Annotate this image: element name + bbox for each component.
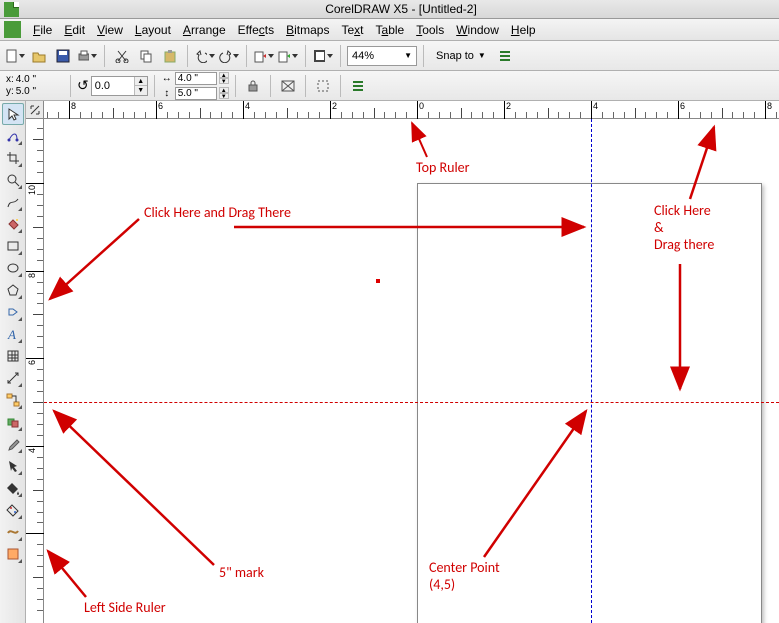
menu-text[interactable]: Text xyxy=(335,20,369,40)
main-area: A 864202468 10864 Top Ruler Click Here a… xyxy=(0,101,779,623)
connector-tool[interactable] xyxy=(2,389,24,411)
snap-to-combo[interactable]: Snap to ▼ xyxy=(430,46,492,66)
document-icon xyxy=(4,2,19,17)
menu-edit[interactable]: Edit xyxy=(58,20,91,40)
rectangle-tool[interactable] xyxy=(2,235,24,257)
undo-button[interactable] xyxy=(194,45,216,67)
text-tool[interactable]: A xyxy=(2,323,24,345)
canvas-area[interactable]: 864202468 10864 Top Ruler Click Here and… xyxy=(26,101,779,623)
workspace[interactable]: Top Ruler Click Here and Drag There Clic… xyxy=(44,119,779,623)
dimension-tool[interactable] xyxy=(2,367,24,389)
annot-click-drag-1: Click Here and Drag There xyxy=(144,204,291,221)
toolbox: A xyxy=(0,101,26,623)
options-button-2[interactable] xyxy=(347,75,369,97)
polygon-tool[interactable] xyxy=(2,279,24,301)
interactive-fill-tool[interactable] xyxy=(2,499,24,521)
standard-toolbar: 44%▼ Snap to ▼ xyxy=(0,41,779,71)
ellipse-tool[interactable] xyxy=(2,257,24,279)
app-launcher-button[interactable] xyxy=(312,45,334,67)
menu-help[interactable]: Help xyxy=(505,20,542,40)
center-marker xyxy=(376,279,380,283)
svg-text:A: A xyxy=(7,327,16,341)
window-title: CorelDRAW X5 - [Untitled-2] xyxy=(23,2,779,16)
print-button[interactable] xyxy=(76,45,98,67)
save-button[interactable] xyxy=(52,45,74,67)
treat-as-filled-button[interactable] xyxy=(277,75,299,97)
vertical-ruler[interactable]: 10864 xyxy=(26,119,44,623)
height-icon: ↕ xyxy=(161,88,173,99)
zoom-level-combo[interactable]: 44%▼ xyxy=(347,46,417,66)
menu-file[interactable]: File xyxy=(27,20,58,40)
menu-tools[interactable]: Tools xyxy=(410,20,450,40)
menu-view[interactable]: View xyxy=(91,20,129,40)
menu-arrange[interactable]: Arrange xyxy=(177,20,232,40)
crop-tool[interactable] xyxy=(2,147,24,169)
bounding-box-button[interactable] xyxy=(312,75,334,97)
property-bar: x:4.0 " y:5.0 " ↺ ▲▼ ↔▲▼ ↕▲▼ xyxy=(0,71,779,101)
redo-button[interactable] xyxy=(218,45,240,67)
cut-button[interactable] xyxy=(111,45,133,67)
pick-tool[interactable] xyxy=(2,103,24,125)
lock-button[interactable] xyxy=(242,75,264,97)
fill-tool[interactable] xyxy=(2,477,24,499)
outline-tool[interactable] xyxy=(2,455,24,477)
interactive-tool[interactable] xyxy=(2,411,24,433)
basic-shapes-tool[interactable] xyxy=(2,301,24,323)
open-button[interactable] xyxy=(28,45,50,67)
menubar: File Edit View Layout Arrange Effects Bi… xyxy=(0,19,779,41)
shape-tool[interactable] xyxy=(2,125,24,147)
new-button[interactable] xyxy=(4,45,26,67)
menu-window[interactable]: Window xyxy=(450,20,505,40)
copy-button[interactable] xyxy=(135,45,157,67)
horizontal-ruler[interactable]: 864202468 xyxy=(44,101,779,119)
freehand-tool[interactable] xyxy=(2,191,24,213)
rotation-input[interactable]: ▲▼ xyxy=(91,76,148,96)
horizontal-guide[interactable] xyxy=(44,402,779,403)
table-tool[interactable] xyxy=(2,345,24,367)
rotation-icon: ↺ xyxy=(77,77,89,94)
menu-table[interactable]: Table xyxy=(370,20,411,40)
export-button[interactable] xyxy=(277,45,299,67)
zoom-tool[interactable] xyxy=(2,169,24,191)
menu-effects[interactable]: Effects xyxy=(232,20,280,40)
vertical-guide[interactable] xyxy=(591,119,592,623)
menu-layout[interactable]: Layout xyxy=(129,20,177,40)
mesh-fill-tool[interactable] xyxy=(2,543,24,565)
width-input[interactable] xyxy=(175,72,217,85)
import-button[interactable] xyxy=(253,45,275,67)
titlebar: CorelDRAW X5 - [Untitled-2] xyxy=(0,0,779,19)
ruler-origin-toggle[interactable] xyxy=(26,101,44,119)
size-inputs[interactable]: ↔▲▼ ↕▲▼ xyxy=(161,71,229,100)
menu-bitmaps[interactable]: Bitmaps xyxy=(280,20,335,40)
smart-drawing-tool[interactable] xyxy=(2,521,24,543)
height-input[interactable] xyxy=(175,87,217,100)
position-readout: x:4.0 " y:5.0 " xyxy=(4,73,64,99)
annot-five-mark: 5" mark xyxy=(219,564,264,581)
annot-top-ruler: Top Ruler xyxy=(416,159,470,176)
width-icon: ↔ xyxy=(161,73,173,84)
smart-fill-tool[interactable] xyxy=(2,213,24,235)
annot-left-ruler: Left Side Ruler xyxy=(84,599,166,616)
drawing-page xyxy=(417,183,762,623)
paste-button[interactable] xyxy=(159,45,181,67)
app-icon[interactable] xyxy=(4,21,21,38)
options-button[interactable] xyxy=(494,45,516,67)
eyedropper-tool[interactable] xyxy=(2,433,24,455)
